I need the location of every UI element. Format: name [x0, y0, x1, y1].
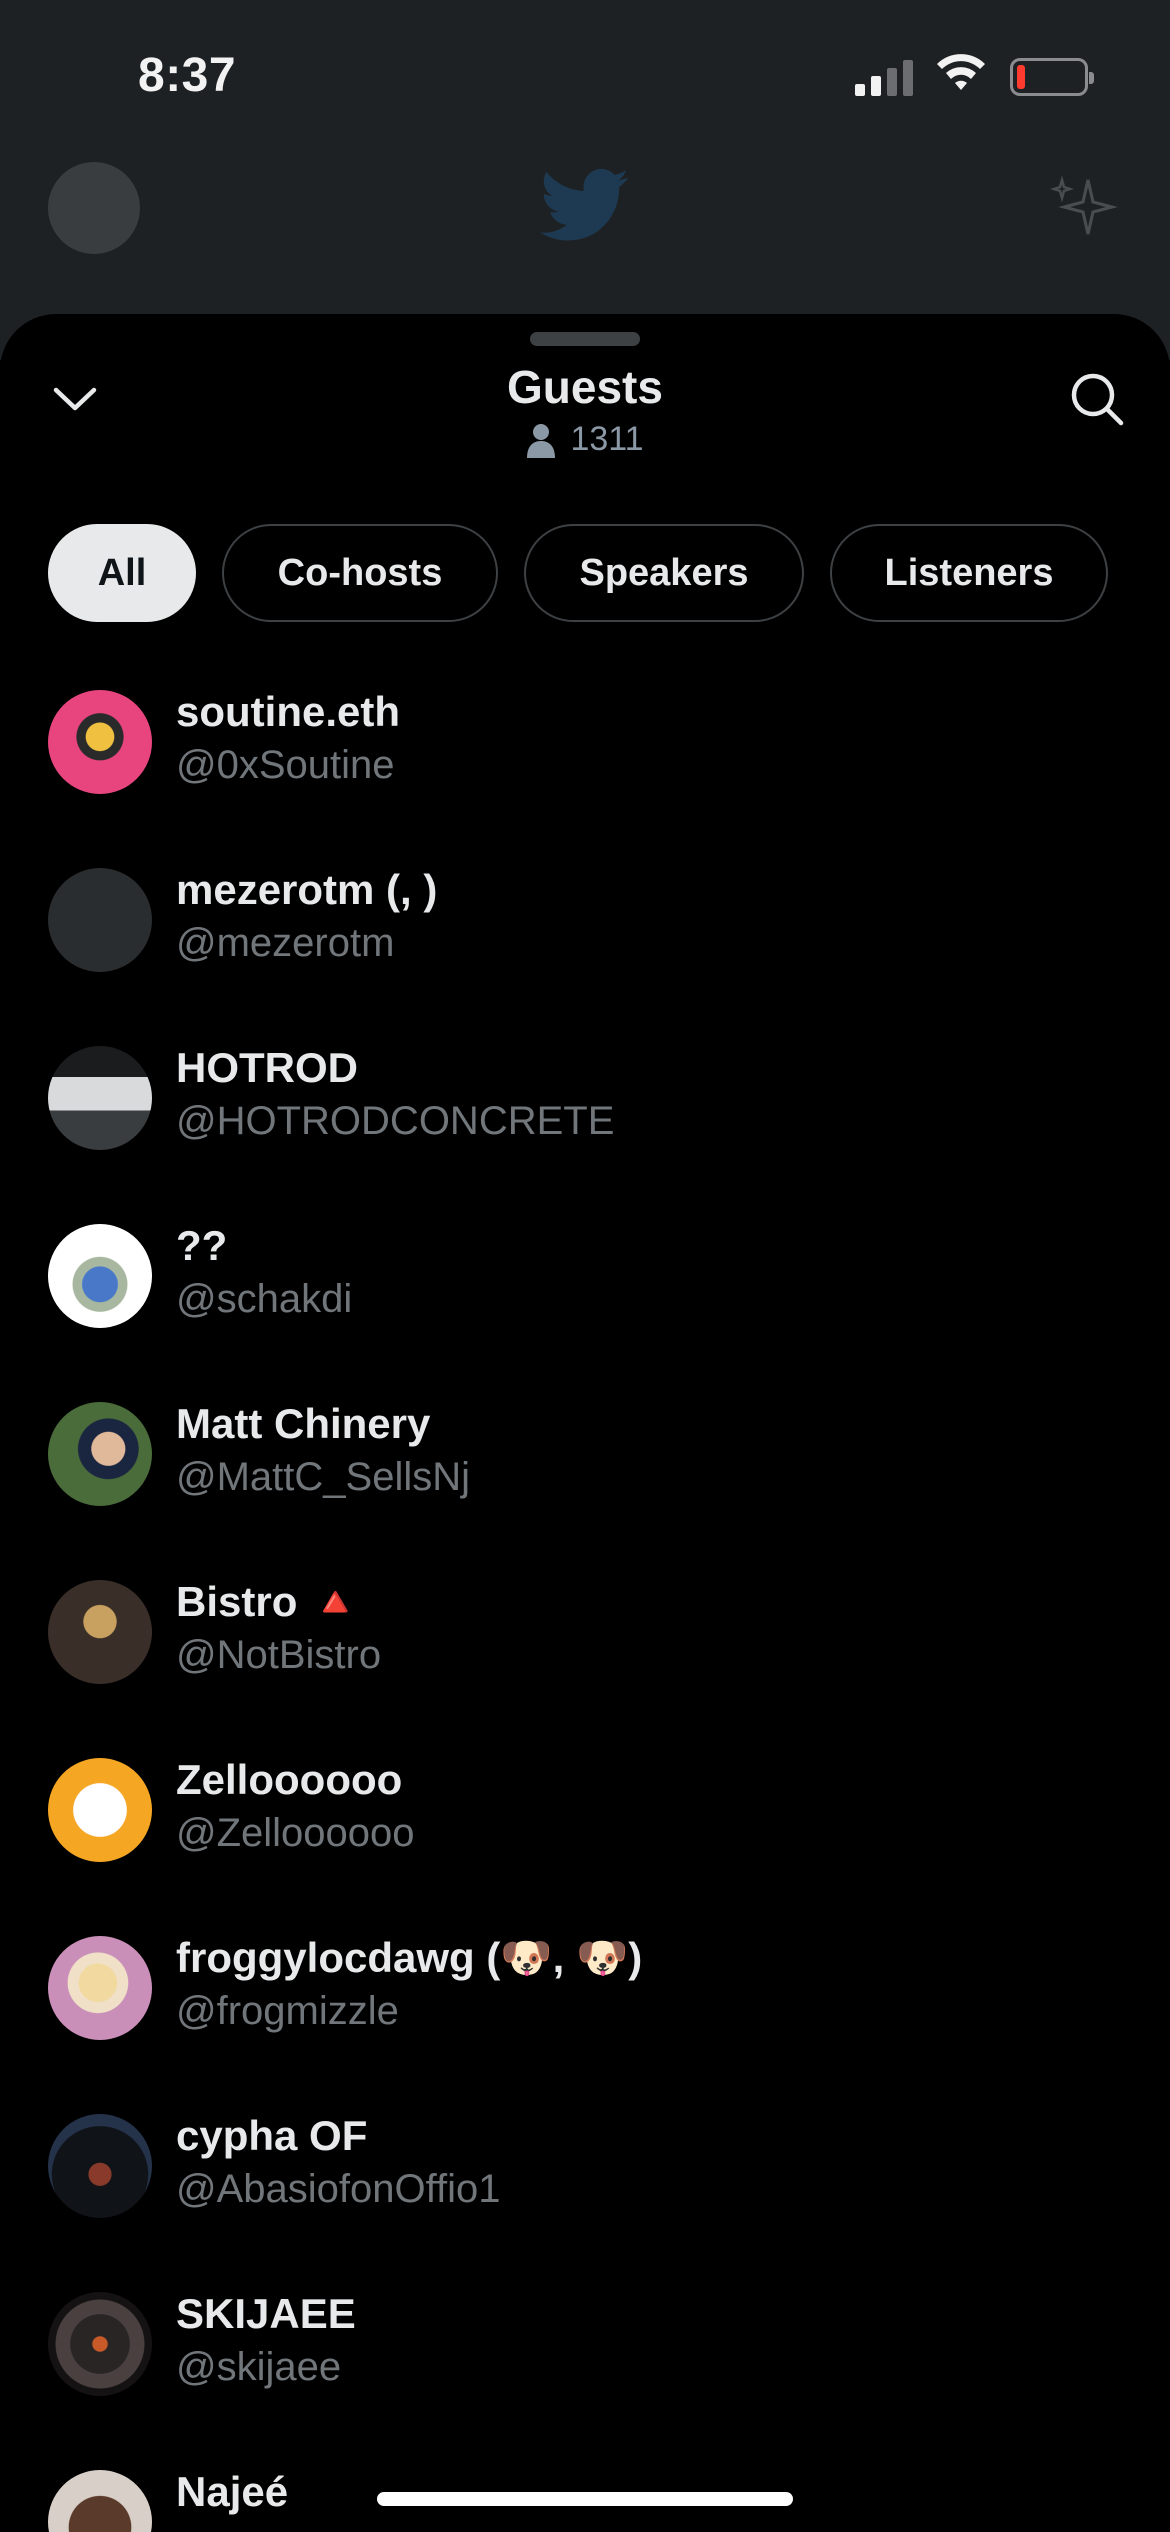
guest-handle: @HOTRODCONCRETE — [176, 1099, 615, 1143]
guest-count-value: 1311 — [570, 420, 644, 458]
guest-name: soutine.eth — [176, 688, 401, 735]
list-item[interactable]: HOTROD @HOTRODCONCRETE — [0, 1032, 1170, 1210]
guest-name: cypha OF — [176, 2112, 368, 2159]
guest-name: HOTROD — [176, 1044, 358, 1091]
avatar[interactable] — [48, 1580, 152, 1684]
cellular-signal-icon — [855, 58, 913, 96]
guest-count: 1311 — [0, 420, 1170, 459]
guest-name: ?? — [176, 1222, 228, 1269]
guest-name: Bistro 🔺 — [176, 1578, 362, 1625]
guest-name: Najeé — [176, 2468, 289, 2515]
guest-handle: @skijaee — [176, 2345, 342, 2389]
list-item[interactable]: ?? @schakdi — [0, 1210, 1170, 1388]
avatar[interactable] — [48, 2292, 152, 2396]
guests-sheet: Guests 1311 All Co-hosts Speakers Listen… — [0, 314, 1170, 2532]
guest-name: froggylocdawg (🐶, 🐶) — [176, 1934, 643, 1981]
avatar[interactable] — [48, 868, 152, 972]
sparkle-icon — [1050, 175, 1118, 235]
filter-speakers[interactable]: Speakers — [524, 524, 804, 622]
list-item[interactable]: mezerotm (, ) @mezerotm — [0, 854, 1170, 1032]
avatar[interactable] — [48, 2114, 152, 2218]
filter-all[interactable]: All — [48, 524, 196, 622]
guest-handle: @Zelloooooo — [176, 1811, 415, 1855]
status-bar: 8:37 — [0, 0, 1170, 150]
guest-handle: @frogmizzle — [176, 1989, 399, 2033]
list-item[interactable]: Zelloooooo @Zelloooooo — [0, 1744, 1170, 1922]
list-item[interactable]: froggylocdawg (🐶, 🐶) @frogmizzle — [0, 1922, 1170, 2100]
avatar[interactable] — [48, 1402, 152, 1506]
avatar[interactable] — [48, 1758, 152, 1862]
avatar[interactable] — [48, 2470, 152, 2532]
guest-handle: @AbasiofonOffio1 — [176, 2167, 501, 2211]
avatar[interactable] — [48, 690, 152, 794]
guest-name: SKIJAEE — [176, 2290, 356, 2337]
filter-listeners[interactable]: Listeners — [830, 524, 1108, 622]
wifi-icon — [937, 54, 985, 90]
list-item[interactable]: Matt Chinery @MattC_SellsNj — [0, 1388, 1170, 1566]
list-item[interactable]: soutine.eth @0xSoutine — [0, 676, 1170, 854]
guest-name: Zelloooooo — [176, 1756, 403, 1803]
home-indicator[interactable] — [377, 2492, 793, 2506]
search-button[interactable] — [1062, 364, 1132, 434]
twitter-bird-icon — [540, 168, 629, 241]
guest-handle: @NotBistro — [176, 1633, 382, 1677]
guest-handle: @schakdi — [176, 1277, 353, 1321]
guest-name: mezerotm (, ) — [176, 866, 438, 913]
list-item[interactable]: Bistro 🔺 @NotBistro — [0, 1566, 1170, 1744]
list-item[interactable]: SKIJAEE @skijaee — [0, 2278, 1170, 2456]
avatar[interactable] — [48, 1936, 152, 2040]
filter-co-hosts[interactable]: Co-hosts — [222, 524, 498, 622]
sheet-grabber[interactable] — [530, 332, 640, 346]
status-time: 8:37 — [138, 49, 237, 102]
filter-chips: All Co-hosts Speakers Listeners — [48, 524, 1108, 622]
battery-icon — [1010, 58, 1094, 96]
avatar[interactable] — [48, 1046, 152, 1150]
search-icon — [1071, 373, 1124, 426]
person-icon — [527, 423, 556, 458]
guest-handle: @0xSoutine — [176, 743, 395, 787]
guest-name: Matt Chinery — [176, 1400, 431, 1447]
list-item[interactable]: cypha OF @AbasiofonOffio1 — [0, 2100, 1170, 2278]
guest-handle: @mezerotm — [176, 921, 395, 965]
sheet-title: Guests — [507, 361, 663, 413]
guest-list: soutine.eth @0xSoutine mezerotm (, ) @me… — [0, 676, 1170, 2532]
profile-avatar — [48, 162, 140, 254]
guest-handle: @MattC_SellsNj — [176, 1455, 471, 1499]
avatar[interactable] — [48, 1224, 152, 1328]
